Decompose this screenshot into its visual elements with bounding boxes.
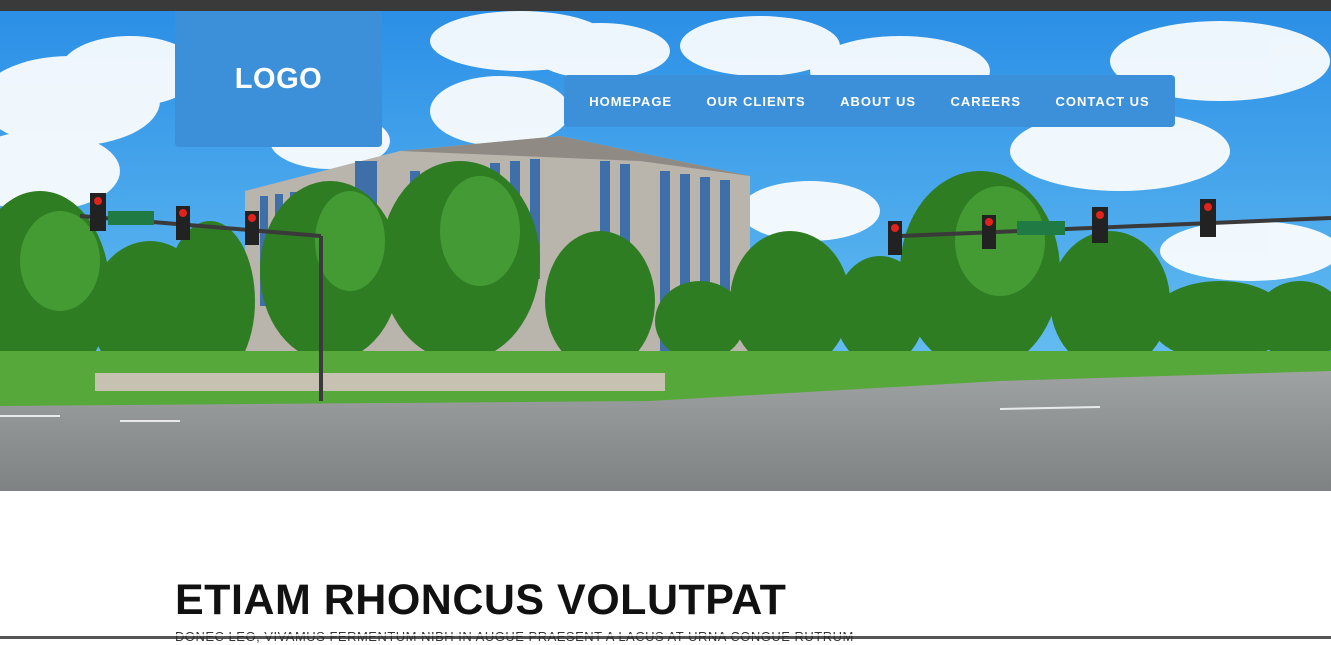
nav-item-careers[interactable]: CAREERS xyxy=(950,94,1021,109)
top-bar xyxy=(0,0,1331,11)
logo-text: LOGO xyxy=(234,62,323,95)
main-navigation: HOMEPAGE OUR CLIENTS ABOUT US CAREERS CO… xyxy=(564,75,1175,127)
logo[interactable]: LOGO xyxy=(175,11,382,147)
nav-item-homepage[interactable]: HOMEPAGE xyxy=(589,94,672,109)
nav-item-our-clients[interactable]: OUR CLIENTS xyxy=(707,94,806,109)
nav-item-about-us[interactable]: ABOUT US xyxy=(840,94,916,109)
page-bottom-edge xyxy=(0,634,1331,639)
page-headline: ETIAM RHONCUS VOLUTPAT xyxy=(175,576,787,624)
nav-item-contact-us[interactable]: CONTACT US xyxy=(1055,94,1149,109)
